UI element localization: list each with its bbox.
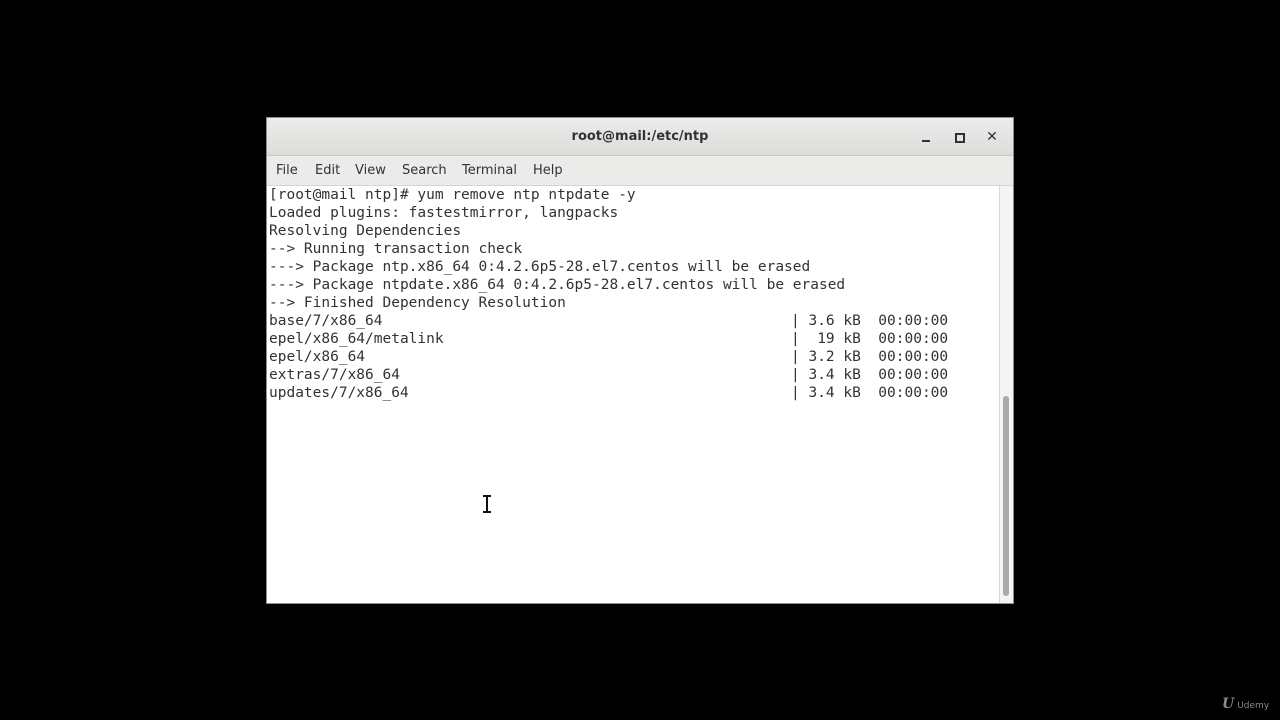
menu-help[interactable]: Help xyxy=(533,163,563,178)
download-repo: extras/7/x86_64 xyxy=(269,367,400,383)
download-info: | 3.6 kB 00:00:00 xyxy=(791,313,949,329)
menu-search[interactable]: Search xyxy=(402,163,447,178)
terminal-line: --> Running transaction check xyxy=(269,241,523,257)
maximize-button[interactable] xyxy=(950,128,968,146)
close-button[interactable]: ✕ xyxy=(983,128,1001,146)
download-repo: updates/7/x86_64 xyxy=(269,385,409,401)
terminal-line: [root@mail ntp]# yum remove ntp ntpdate … xyxy=(269,187,636,203)
download-repo: base/7/x86_64 xyxy=(269,313,383,329)
window-title: root@mail:/etc/ntp xyxy=(571,129,709,144)
terminal-output[interactable]: [root@mail ntp]# yum remove ntp ntpdate … xyxy=(267,186,999,603)
udemy-logo-icon: U xyxy=(1222,696,1235,712)
download-repo: epel/x86_64/metalink xyxy=(269,331,444,347)
close-icon: ✕ xyxy=(986,129,998,145)
download-info: | 19 kB 00:00:00 xyxy=(791,331,949,347)
text-cursor-icon xyxy=(482,495,492,513)
menu-view[interactable]: View xyxy=(355,163,386,178)
watermark-text: Udemy xyxy=(1237,701,1270,711)
minimize-button[interactable] xyxy=(917,128,935,146)
download-repo: epel/x86_64 xyxy=(269,349,366,365)
title-bar[interactable]: root@mail:/etc/ntp ✕ xyxy=(267,118,1013,156)
menu-edit[interactable]: Edit xyxy=(315,163,340,178)
terminal-line: Loaded plugins: fastestmirror, langpacks xyxy=(269,205,619,221)
terminal-line: ---> Package ntp.x86_64 0:4.2.6p5-28.el7… xyxy=(269,259,811,275)
terminal-line: Resolving Dependencies xyxy=(269,223,462,239)
download-info: | 3.4 kB 00:00:00 xyxy=(791,385,949,401)
minimize-icon xyxy=(922,140,930,142)
download-info: | 3.2 kB 00:00:00 xyxy=(791,349,949,365)
menu-terminal[interactable]: Terminal xyxy=(462,163,517,178)
terminal-window: root@mail:/etc/ntp ✕ File Edit View Sear… xyxy=(266,117,1014,604)
menu-file[interactable]: File xyxy=(276,163,298,178)
maximize-icon xyxy=(955,133,965,143)
terminal-scrollbar[interactable] xyxy=(999,186,1013,603)
download-info: | 3.4 kB 00:00:00 xyxy=(791,367,949,383)
terminal-line: --> Finished Dependency Resolution xyxy=(269,295,566,311)
terminal-line: ---> Package ntpdate.x86_64 0:4.2.6p5-28… xyxy=(269,277,846,293)
udemy-watermark: U Udemy xyxy=(1222,696,1269,712)
scrollbar-thumb[interactable] xyxy=(1003,396,1009,596)
menu-bar: File Edit View Search Terminal Help xyxy=(267,156,1013,186)
